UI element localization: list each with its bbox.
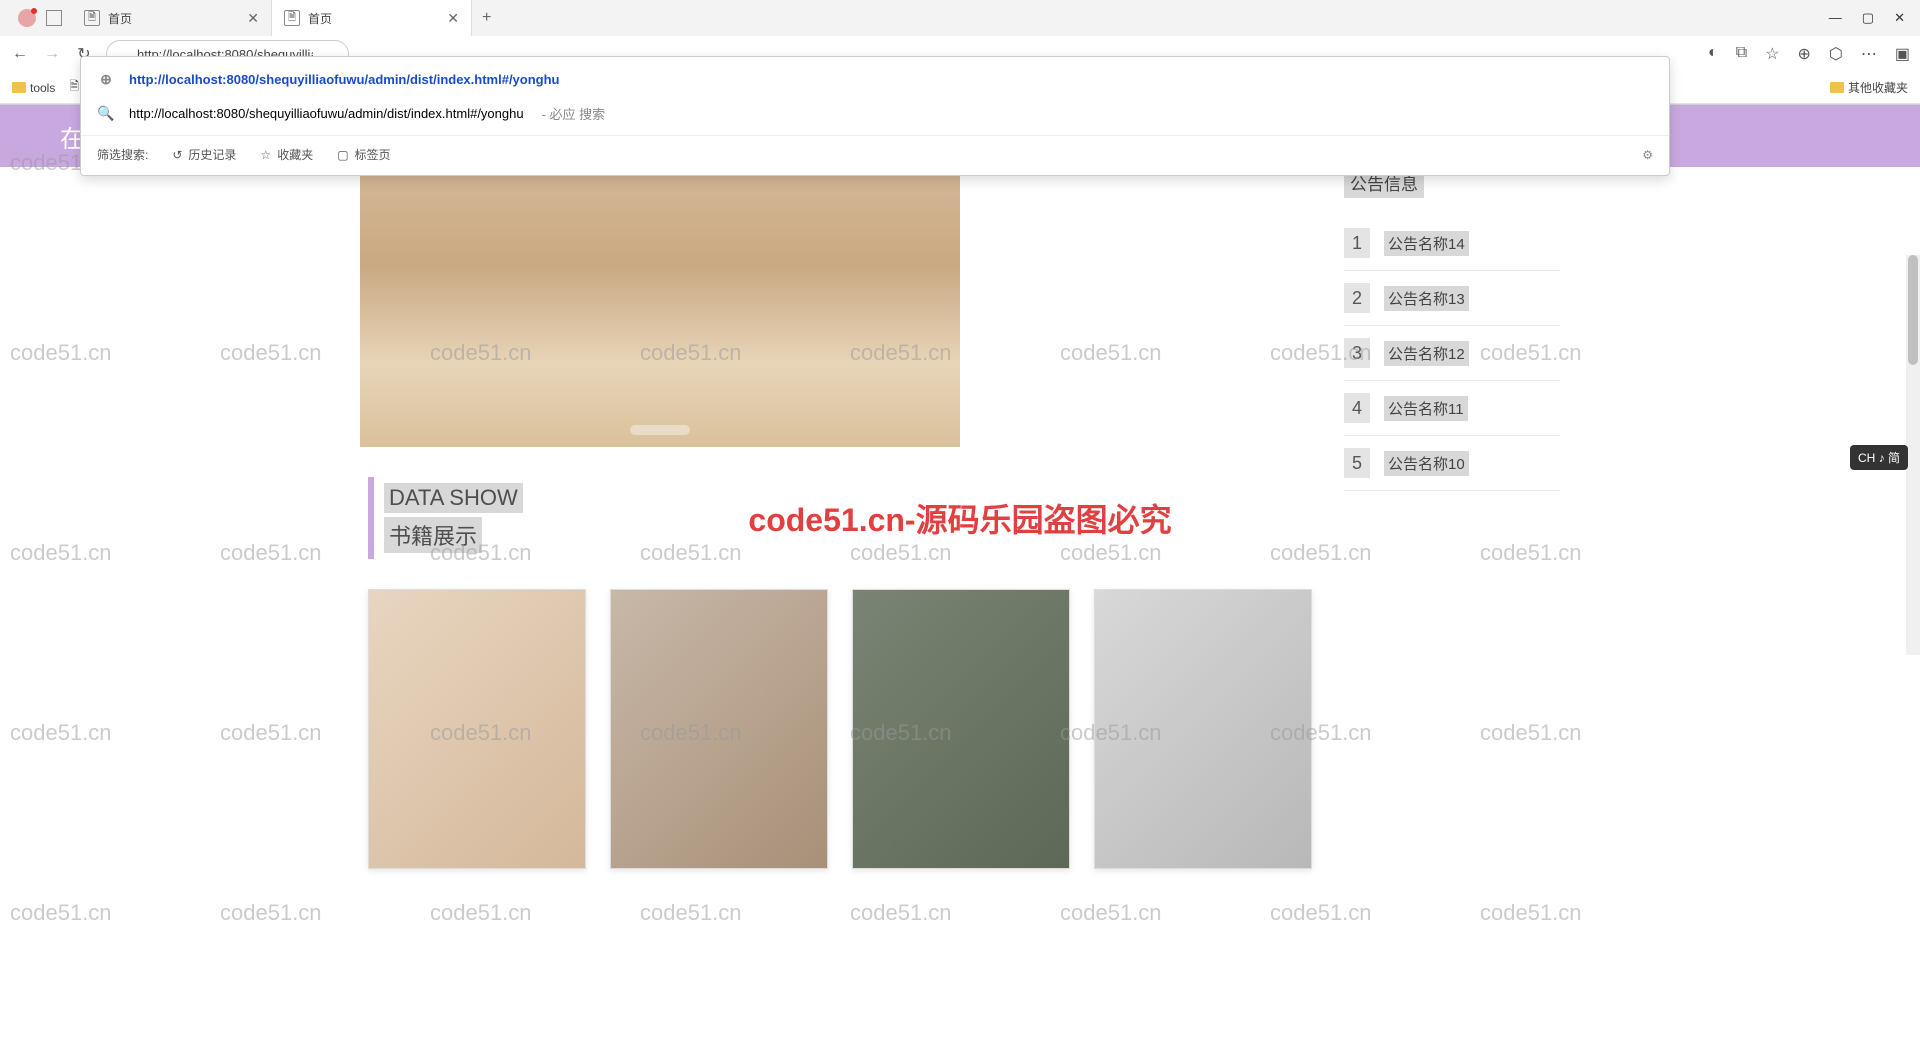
folder-icon	[1830, 82, 1844, 93]
tab-title: 首页	[108, 10, 132, 27]
minimize-button[interactable]: —	[1829, 10, 1842, 26]
other-bookmarks[interactable]: 其他收藏夹	[1830, 79, 1908, 96]
history-icon: ↺	[172, 148, 182, 162]
page-content: 在 DATA SHOW 书籍展示 公告信息 1公告名称142公告名称133公告名…	[0, 105, 1920, 1041]
search-icon: 🔍	[97, 105, 115, 122]
book-card[interactable]	[610, 589, 828, 869]
notice-item[interactable]: 4 公告名称11	[1344, 381, 1560, 436]
filter-label: 筛选搜索:	[97, 146, 148, 163]
folder-icon	[12, 82, 26, 93]
page-icon: 🗎	[69, 77, 79, 98]
collections-icon[interactable]: ⧉	[1736, 44, 1747, 64]
notice-item[interactable]: 1 公告名称14	[1344, 216, 1560, 271]
notice-text: 公告名称13	[1384, 286, 1469, 311]
notice-number: 1	[1344, 228, 1370, 258]
back-button[interactable]: ←	[10, 45, 30, 63]
address-suggestions: ⊕ http://localhost:8080/shequyilliaofuwu…	[80, 56, 1670, 176]
section-title-en: DATA SHOW	[384, 483, 523, 513]
filter-history[interactable]: ↺ 历史记录	[172, 146, 236, 163]
book-card[interactable]	[368, 589, 586, 869]
hero-carousel[interactable]	[360, 167, 960, 447]
tab-bar: 🗎 首页 ✕ 🗎 首页 ✕ + — ▢ ✕	[0, 0, 1920, 36]
bookmark-page[interactable]: 🗎	[69, 77, 79, 98]
notice-item[interactable]: 3 公告名称12	[1344, 326, 1560, 381]
notice-panel: 公告信息 1公告名称142公告名称133公告名称124公告名称115公告名称10	[1344, 167, 1560, 909]
close-window-button[interactable]: ✕	[1894, 10, 1905, 26]
page-icon: 🗎	[84, 10, 100, 26]
section-title-cn: 书籍展示	[384, 517, 482, 553]
forward-button: →	[42, 45, 62, 63]
notice-item[interactable]: 2 公告名称13	[1344, 271, 1560, 326]
browser-tab-2[interactable]: 🗎 首页 ✕	[272, 0, 472, 36]
tab-icon: ▢	[337, 148, 348, 162]
page-icon: 🗎	[284, 10, 300, 26]
ime-indicator[interactable]: CH ♪ 简	[1850, 445, 1908, 470]
profile-avatar-icon[interactable]	[18, 9, 36, 27]
sidebar-toggle-icon[interactable]: ▣	[1895, 44, 1910, 64]
scrollbar[interactable]	[1906, 255, 1920, 655]
book-card[interactable]	[1094, 589, 1312, 869]
bookmark-tools[interactable]: tools	[12, 81, 55, 95]
badge-icon[interactable]: ⬡	[1829, 44, 1843, 64]
globe-icon: ⊕	[97, 71, 115, 88]
suggestion-filters: 筛选搜索: ↺ 历史记录 ☆ 收藏夹 ▢ 标签页 ⚙	[81, 135, 1669, 167]
menu-icon[interactable]: ⋯	[1861, 44, 1877, 64]
notice-number: 5	[1344, 448, 1370, 478]
notice-number: 3	[1344, 338, 1370, 368]
close-tab-icon[interactable]: ✕	[247, 10, 259, 27]
settings-icon[interactable]: ⚙	[1642, 148, 1653, 162]
tab-title: 首页	[308, 10, 332, 27]
browser-tab-1[interactable]: 🗎 首页 ✕	[72, 0, 272, 36]
favorites-icon[interactable]: ☆	[1765, 44, 1779, 64]
notice-number: 2	[1344, 283, 1370, 313]
section-header: DATA SHOW 书籍展示	[368, 477, 1320, 559]
extension-icon[interactable]: ◐	[1708, 44, 1718, 64]
filter-tabs[interactable]: ▢ 标签页	[337, 146, 390, 163]
suggestion-item-search[interactable]: 🔍 http://localhost:8080/shequyilliaofuwu…	[81, 96, 1669, 131]
notice-item[interactable]: 5 公告名称10	[1344, 436, 1560, 491]
new-tab-button[interactable]: +	[472, 9, 501, 27]
notice-text: 公告名称12	[1384, 341, 1469, 366]
notice-number: 4	[1344, 393, 1370, 423]
addon-icon[interactable]: ⊕	[1798, 44, 1811, 64]
filter-favorites[interactable]: ☆ 收藏夹	[260, 146, 313, 163]
close-tab-icon[interactable]: ✕	[447, 10, 459, 27]
books-grid	[360, 589, 1320, 909]
book-card[interactable]	[852, 589, 1070, 869]
star-icon: ☆	[260, 148, 271, 162]
tab-overview-icon[interactable]	[46, 10, 62, 26]
notice-text: 公告名称10	[1384, 451, 1469, 476]
profile-area[interactable]	[8, 9, 72, 27]
notice-text: 公告名称11	[1384, 396, 1468, 421]
suggestion-item-primary[interactable]: ⊕ http://localhost:8080/shequyilliaofuwu…	[81, 63, 1669, 96]
maximize-button[interactable]: ▢	[1862, 10, 1874, 26]
notice-text: 公告名称14	[1384, 231, 1469, 256]
